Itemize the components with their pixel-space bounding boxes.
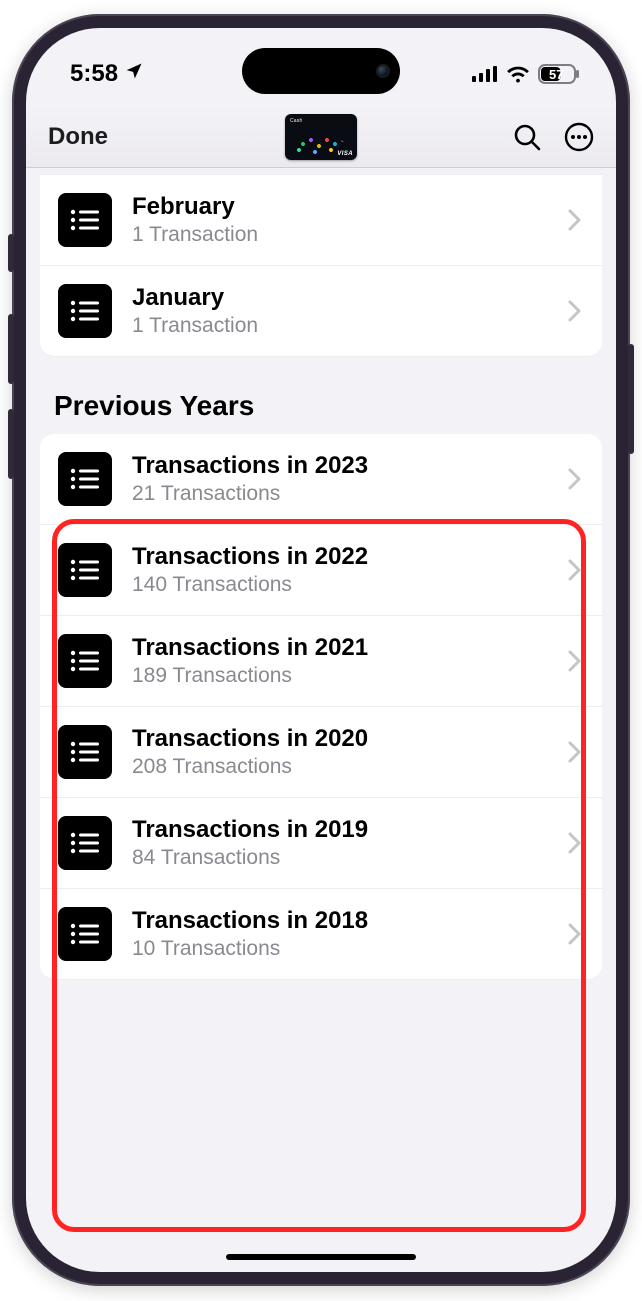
- row-subtitle: 140 Transactions: [132, 573, 560, 597]
- row-title: Transactions in 2018: [132, 907, 560, 935]
- year-row-2023[interactable]: Transactions in 2023 21 Transactions: [40, 434, 602, 524]
- list-icon: [58, 284, 112, 338]
- battery-icon: 57: [538, 64, 580, 84]
- row-title: Transactions in 2021: [132, 634, 560, 662]
- list-icon: [58, 452, 112, 506]
- row-title: Transactions in 2022: [132, 543, 560, 571]
- row-subtitle: 189 Transactions: [132, 664, 560, 688]
- card-brand-label: Cash: [290, 118, 302, 124]
- row-title: Transactions in 2023: [132, 452, 560, 480]
- card-network-label: VISA: [337, 151, 353, 157]
- dynamic-island: [242, 48, 400, 94]
- chevron-right-icon: [568, 559, 582, 581]
- phone-frame: 5:58: [12, 14, 630, 1286]
- row-subtitle: 208 Transactions: [132, 755, 560, 779]
- list-icon: [58, 907, 112, 961]
- years-group: Transactions in 2023 21 Transactions Tra…: [40, 434, 602, 979]
- chevron-right-icon: [568, 468, 582, 490]
- chevron-right-icon: [568, 923, 582, 945]
- list-icon: [58, 634, 112, 688]
- search-icon: [512, 122, 542, 152]
- row-title: February: [132, 193, 560, 221]
- chevron-right-icon: [568, 650, 582, 672]
- row-subtitle: 1 Transaction: [132, 314, 560, 338]
- year-row-2019[interactable]: Transactions in 2019 84 Transactions: [40, 797, 602, 888]
- row-title: Transactions in 2019: [132, 816, 560, 844]
- row-subtitle: 1 Transaction: [132, 223, 560, 247]
- row-subtitle: 21 Transactions: [132, 482, 560, 506]
- wifi-icon: [506, 65, 530, 83]
- status-time: 5:58: [70, 60, 118, 88]
- location-icon: [124, 60, 144, 88]
- more-button[interactable]: [564, 122, 594, 152]
- section-header-previous-years: Previous Years: [40, 356, 602, 434]
- row-subtitle: 10 Transactions: [132, 937, 560, 961]
- home-indicator[interactable]: [226, 1254, 416, 1260]
- front-camera-icon: [376, 64, 390, 78]
- screen: 5:58: [26, 28, 616, 1272]
- months-group: February 1 Transaction: [40, 174, 602, 356]
- search-button[interactable]: [512, 122, 542, 152]
- month-row-february[interactable]: February 1 Transaction: [40, 174, 602, 265]
- list-icon: [58, 725, 112, 779]
- year-row-2022[interactable]: Transactions in 2022 140 Transactions: [40, 524, 602, 615]
- row-title: Transactions in 2020: [132, 725, 560, 753]
- nav-bar: Done Cash VISA: [26, 106, 616, 168]
- month-row-january[interactable]: January 1 Transaction: [40, 265, 602, 356]
- year-row-2021[interactable]: Transactions in 2021 189 Transactions: [40, 615, 602, 706]
- card-thumbnail[interactable]: Cash VISA: [285, 114, 357, 160]
- cell-signal-icon: [472, 66, 498, 82]
- chevron-right-icon: [568, 741, 582, 763]
- chevron-right-icon: [568, 832, 582, 854]
- done-button[interactable]: Done: [48, 123, 108, 151]
- chevron-right-icon: [568, 209, 582, 231]
- row-subtitle: 84 Transactions: [132, 846, 560, 870]
- year-row-2020[interactable]: Transactions in 2020 208 Transactions: [40, 706, 602, 797]
- row-title: January: [132, 284, 560, 312]
- list-icon: [58, 193, 112, 247]
- more-icon: [564, 122, 594, 152]
- battery-percent-text: 57: [549, 67, 563, 82]
- list-icon: [58, 543, 112, 597]
- year-row-2018[interactable]: Transactions in 2018 10 Transactions: [40, 888, 602, 979]
- chevron-right-icon: [568, 300, 582, 322]
- list-icon: [58, 816, 112, 870]
